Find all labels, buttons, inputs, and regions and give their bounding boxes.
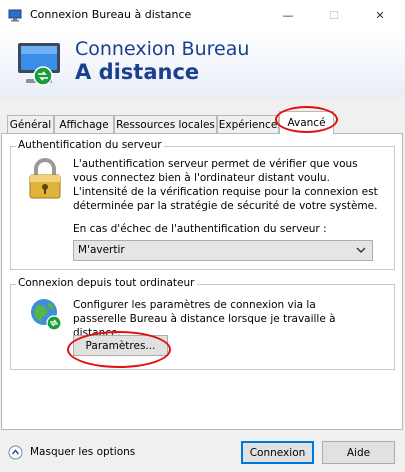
auth-description: L'authentification serveur permet de vér…: [73, 158, 378, 212]
auth-select-value: M'avertir: [78, 244, 125, 256]
connect-button[interactable]: Connexion: [241, 441, 314, 464]
tab-general[interactable]: Général: [7, 115, 54, 133]
close-icon: ✕: [375, 8, 385, 22]
chevron-down-icon: [355, 244, 367, 256]
connect-group-legend: Connexion depuis tout ordinateur: [16, 277, 197, 289]
globe-network-icon: [28, 296, 64, 332]
padlock-icon: [26, 158, 64, 200]
remote-desktop-icon: [10, 40, 68, 90]
minimize-icon: —: [282, 8, 294, 22]
auth-group-legend: Authentification du serveur: [16, 139, 164, 151]
hide-options-link[interactable]: Masquer les options: [30, 446, 135, 458]
maximize-button[interactable]: ☐: [311, 0, 357, 30]
window-title: Connexion Bureau à distance: [30, 8, 192, 21]
tab-experience[interactable]: Expérience: [217, 115, 279, 133]
auth-select-label: En cas d'échec de l'authentification du …: [73, 223, 327, 235]
tab-local-resources[interactable]: Ressources locales: [114, 115, 217, 133]
tab-advanced[interactable]: Avancé: [279, 111, 334, 134]
maximize-icon: ☐: [329, 8, 339, 22]
minimize-button[interactable]: —: [265, 0, 311, 30]
collapse-options-icon[interactable]: [8, 445, 23, 460]
app-icon: [8, 8, 22, 22]
settings-button[interactable]: Paramètres...: [73, 335, 168, 356]
close-button[interactable]: ✕: [357, 0, 403, 30]
tab-display[interactable]: Affichage: [54, 115, 114, 133]
header-title-line2: A distance: [75, 60, 200, 84]
connect-description: Configurer les paramètres de connexion v…: [73, 299, 336, 339]
header-title-line1: Connexion Bureau: [75, 38, 250, 60]
help-button[interactable]: Aide: [322, 441, 395, 464]
